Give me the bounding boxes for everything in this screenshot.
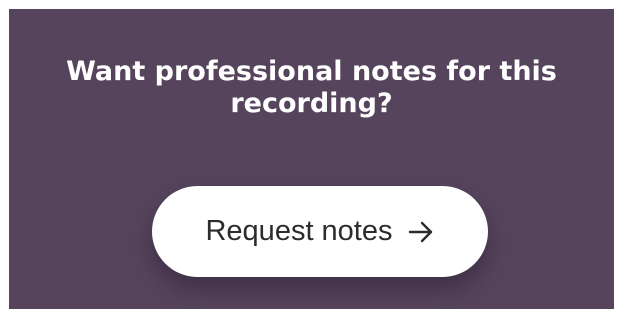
promo-headline: Want professional notes for this recordi… (66, 56, 557, 119)
arrow-right-icon (407, 218, 435, 246)
request-notes-label: Request notes (205, 215, 393, 247)
notes-promo-card: Want professional notes for this recordi… (9, 9, 614, 309)
request-notes-button[interactable]: Request notes (152, 186, 488, 277)
